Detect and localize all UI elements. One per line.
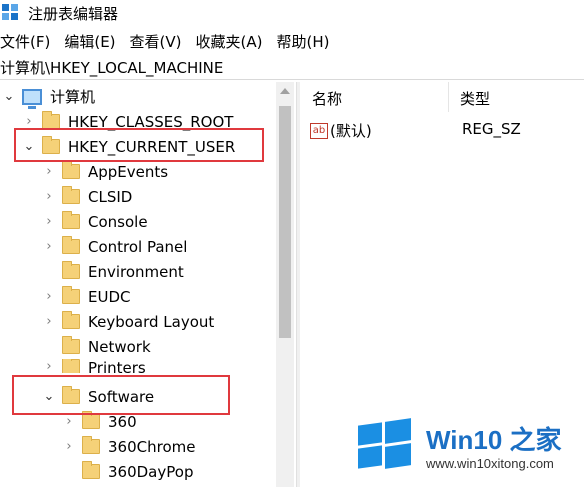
menu-help[interactable]: 帮助(H) (276, 31, 335, 52)
menu-file[interactable]: 文件(F) (0, 31, 56, 52)
string-value-icon: ab (310, 122, 328, 139)
chevron-right-icon[interactable]: › (62, 414, 76, 429)
tree-node-computer[interactable]: ⌄ 计算机 (2, 84, 95, 109)
tree-node-console[interactable]: › Console (42, 209, 148, 234)
value-type: REG_SZ (462, 120, 521, 138)
folder-icon (62, 161, 80, 179)
tree-node-keyboard-layout[interactable]: › Keyboard Layout (42, 309, 214, 334)
tree-node-label: AppEvents (88, 162, 169, 181)
column-divider[interactable] (448, 82, 449, 112)
column-header-type[interactable]: 类型 (460, 88, 490, 109)
folder-icon (82, 436, 100, 454)
tree-node-eudc[interactable]: › EUDC (42, 284, 130, 309)
folder-icon (62, 311, 80, 329)
tree-node-label: Console (88, 212, 148, 231)
highlight-box-hkcu (14, 128, 264, 162)
tree-node-label: 360Chrome (108, 437, 196, 456)
folder-icon (62, 236, 80, 254)
tree-node-360chrome[interactable]: › 360Chrome (62, 434, 195, 459)
chevron-right-icon[interactable]: › (42, 314, 56, 329)
tree-node-label: 360 (108, 412, 137, 431)
chevron-right-icon[interactable]: › (42, 289, 56, 304)
address-path: 计算机\HKEY_LOCAL_MACHINE (0, 59, 224, 77)
chevron-right-icon[interactable]: › (22, 114, 36, 129)
folder-icon (62, 186, 80, 204)
column-header-name[interactable]: 名称 (312, 88, 342, 109)
tree-scrollbar[interactable] (276, 82, 294, 487)
windows-logo-icon (354, 416, 414, 474)
folder-icon (62, 359, 80, 373)
watermark-url: www.win10xitong.com (426, 456, 554, 471)
tree-node-environment[interactable]: Environment (42, 259, 184, 284)
menu-favorites[interactable]: 收藏夹(A) (196, 31, 269, 52)
folder-icon (82, 411, 100, 429)
highlight-box-software (12, 375, 230, 415)
scroll-thumb[interactable] (279, 106, 291, 338)
tree-node-network[interactable]: Network (42, 334, 151, 359)
title-bar: 注册表编辑器 (0, 0, 584, 26)
tree-node-label: Network (88, 337, 151, 356)
folder-icon (62, 336, 80, 354)
menu-edit[interactable]: 编辑(E) (64, 31, 121, 52)
watermark-brand: Win10 之家 (426, 425, 562, 455)
value-row[interactable]: ab (默认) (310, 120, 372, 141)
tree-node-label: 360DayPop (108, 462, 194, 481)
chevron-right-icon[interactable]: › (42, 239, 56, 254)
watermark: Win10 之家 www.win10xitong.com (350, 412, 584, 487)
chevron-right-icon[interactable]: › (42, 214, 56, 229)
computer-icon (22, 88, 42, 109)
tree-node-printers[interactable]: › Printers (42, 359, 146, 373)
menu-view[interactable]: 查看(V) (130, 31, 188, 52)
tree-node-label: EUDC (88, 287, 131, 306)
folder-icon (62, 211, 80, 229)
tree-node-appevents[interactable]: › AppEvents (42, 159, 168, 184)
value-name: (默认) (330, 122, 372, 140)
address-bar[interactable]: 计算机\HKEY_LOCAL_MACHINE (0, 56, 584, 80)
tree-node-label: Environment (88, 262, 184, 281)
tree-node-label: CLSID (88, 187, 133, 206)
folder-icon (42, 111, 60, 129)
regedit-icon (2, 4, 20, 22)
chevron-down-icon[interactable]: ⌄ (2, 89, 16, 104)
chevron-right-icon[interactable]: › (42, 359, 56, 373)
chevron-right-icon[interactable]: › (42, 164, 56, 179)
tree-node-label: Control Panel (88, 237, 188, 256)
tree-node-360daypop[interactable]: 360DayPop (62, 459, 193, 484)
tree-node-label: Keyboard Layout (88, 312, 215, 331)
folder-icon (82, 461, 100, 479)
menu-bar: 文件(F) 编辑(E) 查看(V) 收藏夹(A) 帮助(H) (0, 28, 584, 54)
folder-icon (62, 261, 80, 279)
tree-node-label: 计算机 (50, 88, 96, 106)
chevron-right-icon[interactable]: › (62, 439, 76, 454)
chevron-right-icon[interactable]: › (42, 189, 56, 204)
tree-node-label: Printers (88, 359, 146, 373)
window-title: 注册表编辑器 (28, 4, 119, 23)
folder-icon (62, 286, 80, 304)
tree-node-control-panel[interactable]: › Control Panel (42, 234, 187, 259)
tree-node-clsid[interactable]: › CLSID (42, 184, 132, 209)
scroll-up-icon[interactable] (280, 88, 290, 94)
